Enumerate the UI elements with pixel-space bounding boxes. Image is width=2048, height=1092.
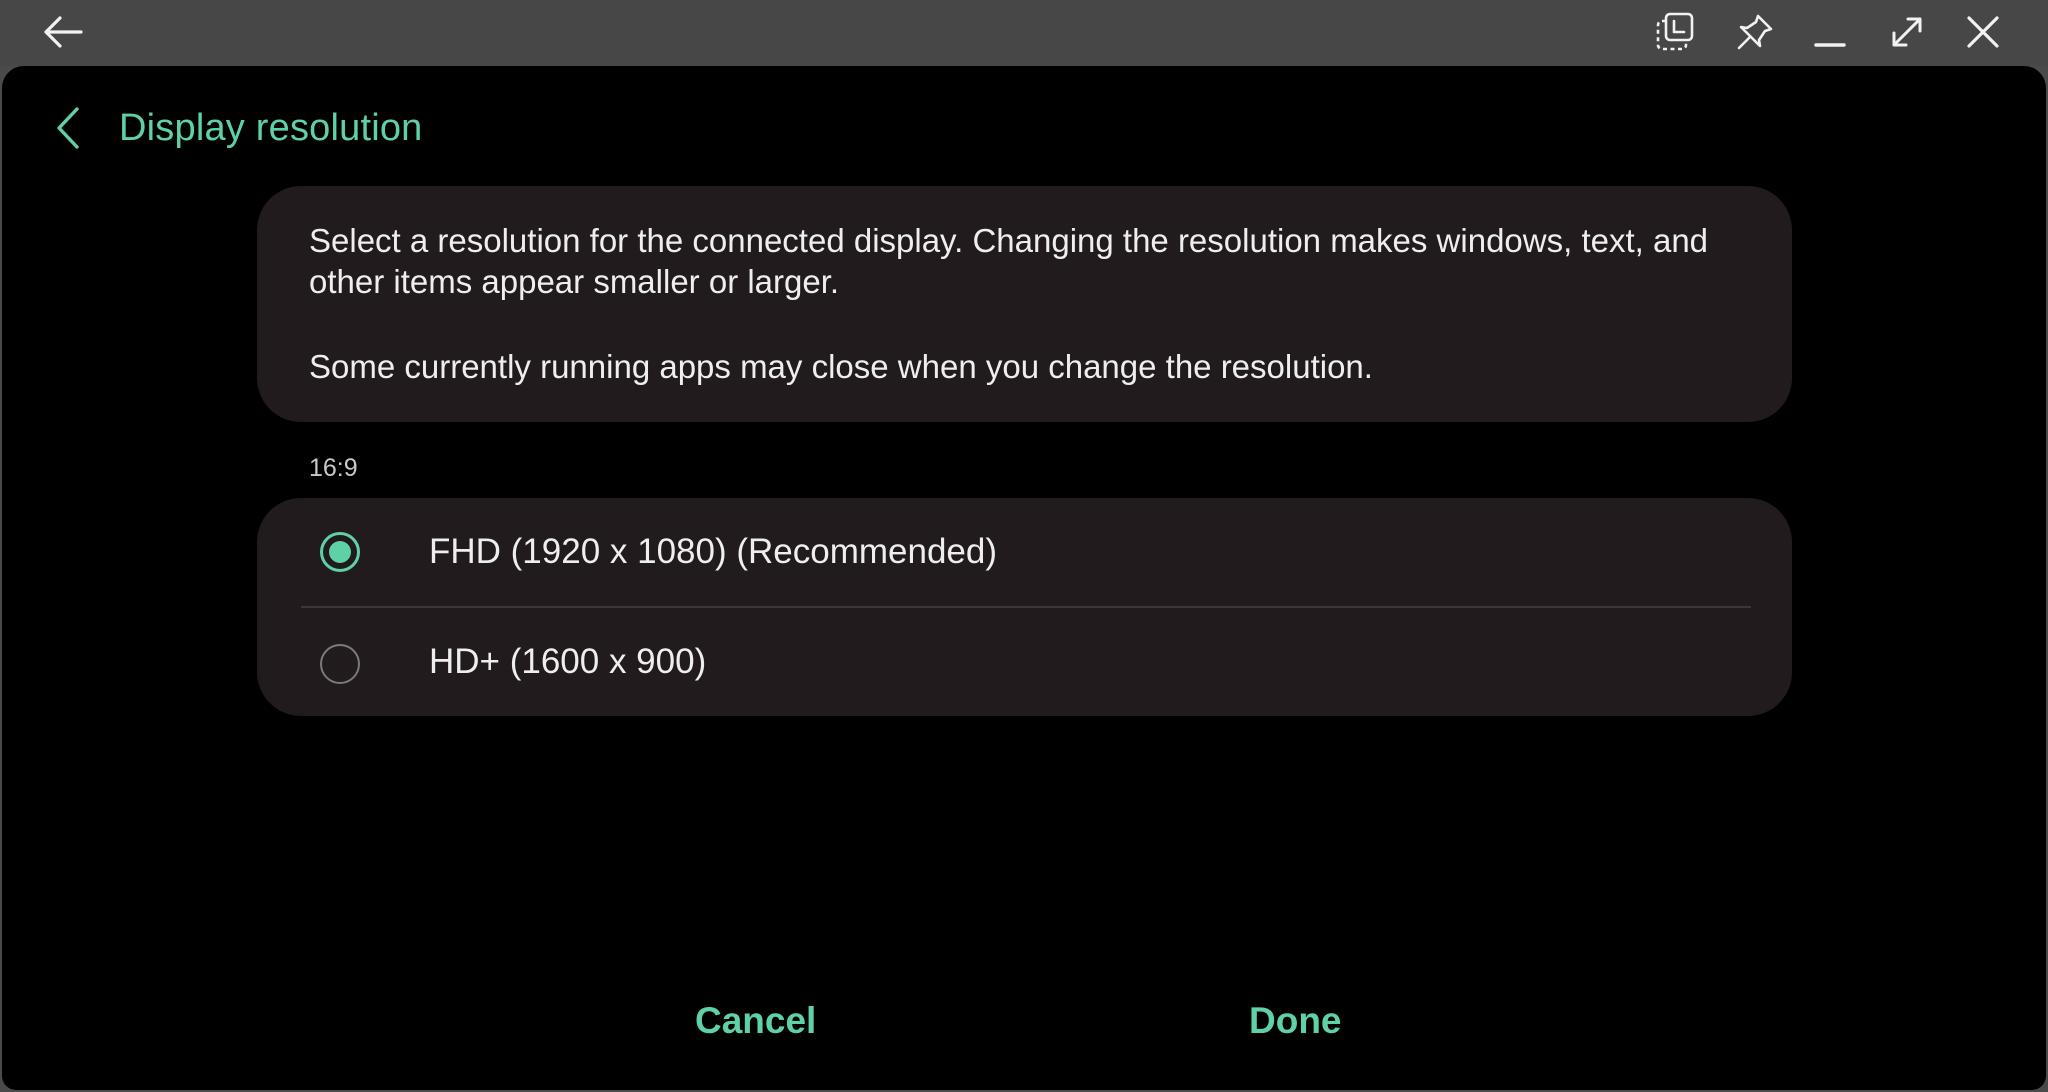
close-icon[interactable]: [1958, 7, 2008, 57]
radio-selected[interactable]: [320, 532, 360, 572]
radio-unselected[interactable]: [320, 644, 360, 684]
back-arrow-icon[interactable]: [38, 7, 88, 57]
info-description: Select a resolution for the connected di…: [309, 222, 1709, 300]
aspect-ratio-label: 16:9: [309, 454, 358, 482]
chevron-left-icon[interactable]: [46, 98, 90, 158]
maximize-icon[interactable]: [1882, 7, 1932, 57]
app-window: Display resolution Select a resolution f…: [0, 0, 2048, 1092]
resolution-options: FHD (1920 x 1080) (Recommended) HD+ (160…: [257, 498, 1792, 716]
done-button[interactable]: Done: [1249, 996, 1342, 1046]
screenshot-select-icon[interactable]: [1650, 7, 1700, 57]
settings-screen: Display resolution Select a resolution f…: [2, 66, 2046, 1090]
header: Display resolution: [2, 66, 2046, 188]
option-fhd[interactable]: FHD (1920 x 1080) (Recommended): [257, 498, 1792, 606]
title-bar: [0, 0, 2048, 66]
cancel-button[interactable]: Cancel: [695, 996, 816, 1046]
minimize-icon[interactable]: [1805, 7, 1855, 57]
option-label: FHD (1920 x 1080) (Recommended): [429, 532, 998, 571]
pin-icon[interactable]: [1730, 7, 1780, 57]
option-label: HD+ (1600 x 900): [429, 642, 707, 681]
page-title: Display resolution: [119, 107, 423, 149]
info-warning: Some currently running apps may close wh…: [309, 348, 1373, 385]
option-hd-plus[interactable]: HD+ (1600 x 900): [257, 608, 1792, 716]
info-card: Select a resolution for the connected di…: [257, 186, 1792, 422]
